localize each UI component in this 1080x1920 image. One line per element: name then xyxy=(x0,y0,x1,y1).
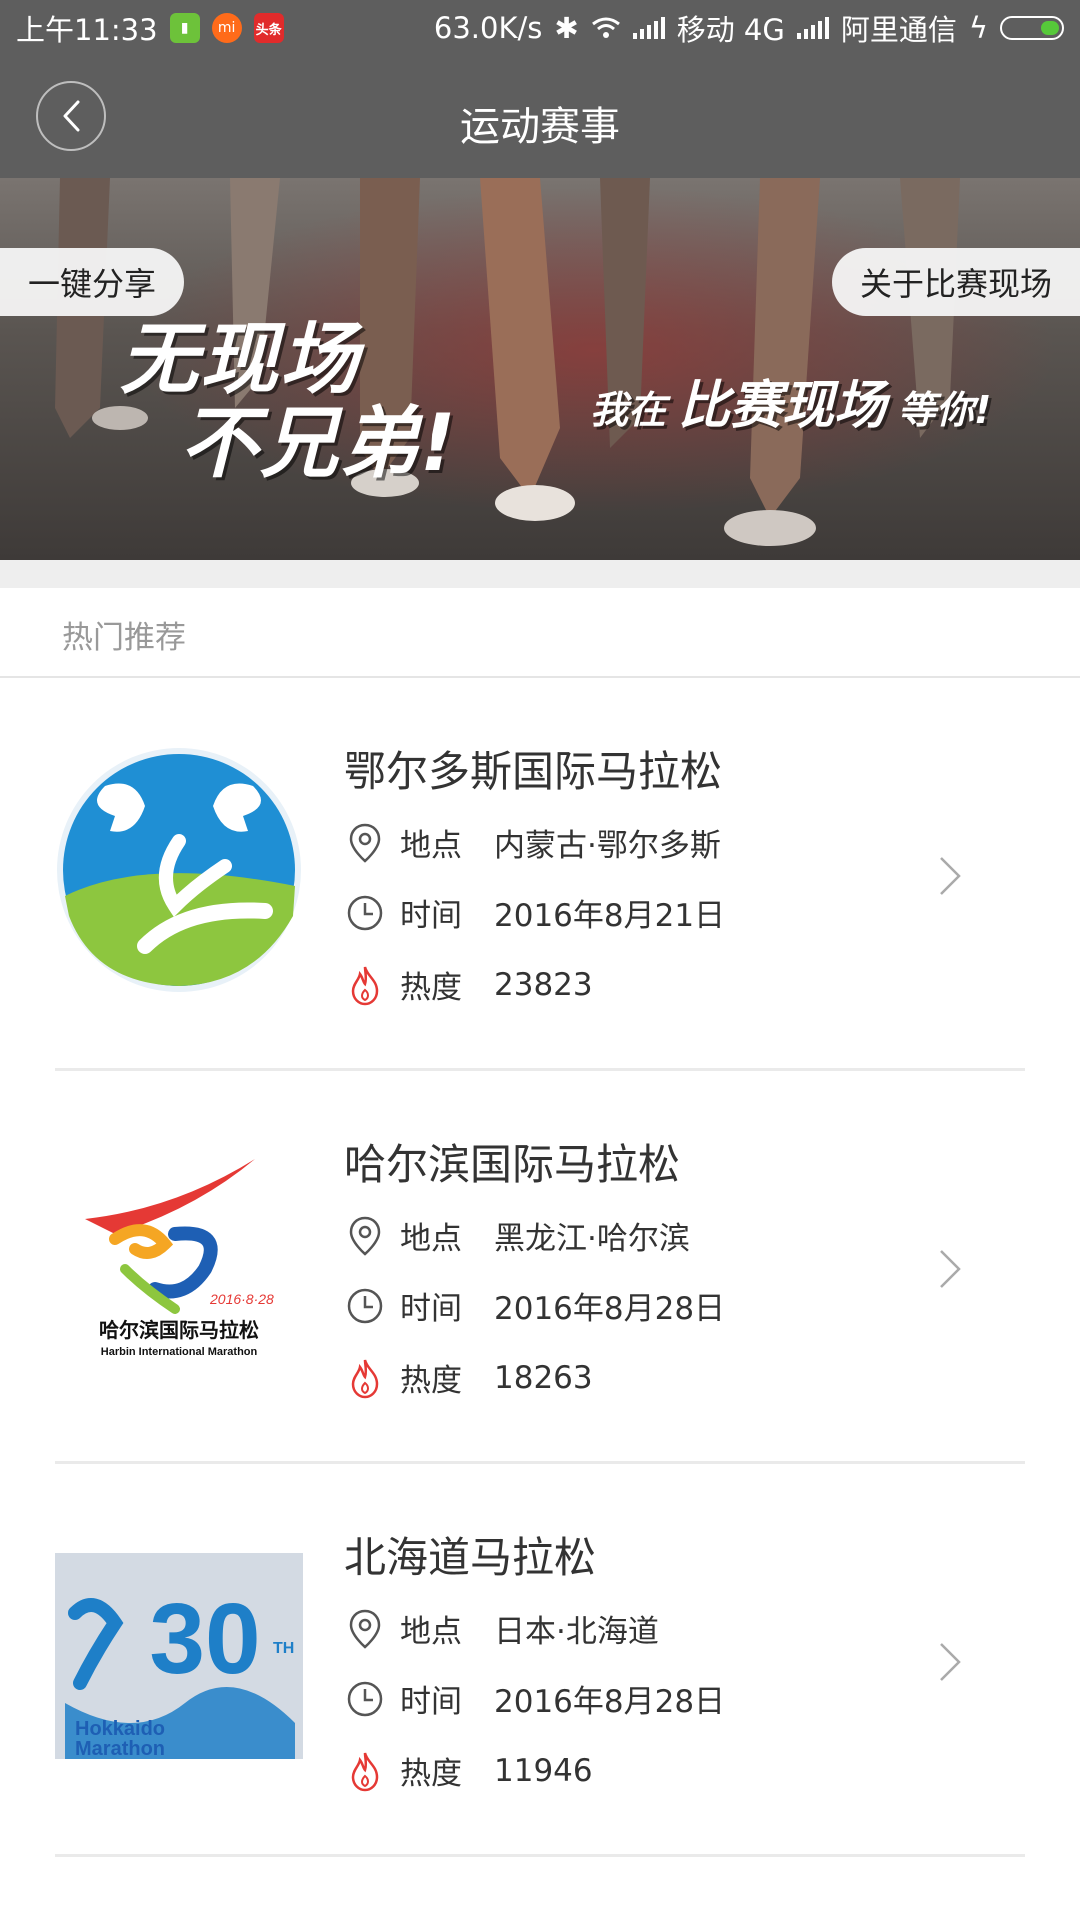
slogan-line-1: 无现场 xyxy=(120,315,361,405)
slogan-right-1: 我在 xyxy=(590,388,667,432)
section-title: 热门推荐 xyxy=(62,620,186,656)
hokkaido-logo-en1: Hokkaido xyxy=(75,1718,165,1740)
hokkaido-logo-en2: Marathon xyxy=(75,1738,165,1759)
status-bar: 上午11:33 ▮ mi 头条 63.0K/s ✱ 移动 4G 阿里通信 ϟ xyxy=(0,0,1080,56)
mi-app-icon: mi xyxy=(211,13,242,43)
ordos-marathon-logo xyxy=(55,746,303,994)
event-heat: 11946 xyxy=(494,1752,593,1789)
slogan-right-3: 等你! xyxy=(898,388,992,432)
flame-icon xyxy=(344,964,386,1006)
event-item-hokkaido[interactable]: 30 TH Hokkaido Marathon 北海道马拉松 地点 日本·北海道… xyxy=(0,1464,1080,1857)
event-location: 日本·北海道 xyxy=(494,1614,659,1650)
banner-slogan-left: 无现场 不兄弟! xyxy=(120,318,458,486)
location-label: 地点 xyxy=(400,1221,462,1257)
bluetooth-icon: ✱ xyxy=(554,11,579,45)
clock-icon xyxy=(344,1285,386,1327)
page-title: 运动赛事 xyxy=(460,104,620,150)
harbin-marathon-logo: 2016·8·28 哈尔滨国际马拉松 Harbin International … xyxy=(55,1139,303,1387)
event-heat-row: 热度 23823 xyxy=(344,962,593,1007)
hokkaido-logo-number: 30 xyxy=(149,1583,260,1695)
location-pin-icon xyxy=(344,1215,386,1257)
toutiao-app-icon: 头条 xyxy=(253,13,284,43)
event-location: 黑龙江·哈尔滨 xyxy=(494,1221,690,1257)
location-label: 地点 xyxy=(400,828,462,864)
event-name: 哈尔滨国际马拉松 xyxy=(344,1140,681,1189)
time-label: 时间 xyxy=(400,1291,462,1327)
event-location-row: 地点 黑龙江·哈尔滨 xyxy=(344,1213,690,1258)
location-label: 地点 xyxy=(400,1614,462,1650)
event-date: 2016年8月21日 xyxy=(494,898,726,934)
event-location: 内蒙古·鄂尔多斯 xyxy=(494,828,721,864)
slogan-right-2: 比赛现场 xyxy=(678,376,887,436)
banner-slogan-right: 我在 比赛现场 等你! xyxy=(590,363,991,438)
clock-icon xyxy=(344,892,386,934)
event-time-row: 时间 2016年8月21日 xyxy=(344,890,725,935)
time-label: 时间 xyxy=(400,1684,462,1720)
event-heat-row: 热度 11946 xyxy=(344,1748,593,1793)
battery-icon xyxy=(1000,16,1064,40)
harbin-logo-date: 2016·8·28 xyxy=(209,1291,274,1307)
carrier-2: 阿里通信 xyxy=(840,13,957,47)
heat-label: 热度 xyxy=(400,1363,462,1399)
charging-icon: ϟ xyxy=(968,11,988,45)
event-heat: 23823 xyxy=(494,966,593,1003)
time-label: 时间 xyxy=(400,898,462,934)
app-header: 运动赛事 xyxy=(0,56,1080,178)
heat-label: 热度 xyxy=(400,1756,462,1792)
wifi-icon xyxy=(591,17,620,38)
net-speed: 63.0K/s xyxy=(433,11,543,45)
slogan-line-2: 不兄弟! xyxy=(180,399,458,489)
event-name: 北海道马拉松 xyxy=(344,1533,597,1582)
event-time-row: 时间 2016年8月28日 xyxy=(344,1676,725,1721)
clock-icon xyxy=(344,1678,386,1720)
event-heat-row: 热度 18263 xyxy=(344,1355,593,1400)
event-list: 鄂尔多斯国际马拉松 地点 内蒙古·鄂尔多斯 时间 2016年8月21日 热度 2… xyxy=(0,678,1080,1857)
chevron-right-icon xyxy=(940,1250,961,1288)
location-pin-icon xyxy=(344,1608,386,1650)
status-time: 上午11:33 xyxy=(16,13,158,47)
flame-icon xyxy=(344,1750,386,1792)
event-item-harbin[interactable]: 2016·8·28 哈尔滨国际马拉松 Harbin International … xyxy=(0,1071,1080,1464)
signal-2-icon xyxy=(796,17,829,39)
event-location-row: 地点 内蒙古·鄂尔多斯 xyxy=(344,820,721,865)
section-gap xyxy=(0,560,1080,588)
location-pin-icon xyxy=(344,822,386,864)
harbin-logo-en: Harbin International Marathon xyxy=(101,1346,258,1358)
signal-icon xyxy=(632,17,665,39)
event-date: 2016年8月28日 xyxy=(494,1684,726,1720)
hokkaido-marathon-logo: 30 TH Hokkaido Marathon xyxy=(55,1532,303,1780)
event-date: 2016年8月28日 xyxy=(494,1291,726,1327)
divider xyxy=(55,1854,1025,1857)
event-heat: 18263 xyxy=(494,1359,593,1396)
heat-label: 热度 xyxy=(400,970,462,1006)
chevron-right-icon xyxy=(940,857,961,895)
event-item-ordos[interactable]: 鄂尔多斯国际马拉松 地点 内蒙古·鄂尔多斯 时间 2016年8月21日 热度 2… xyxy=(0,678,1080,1071)
flame-icon xyxy=(344,1357,386,1399)
carrier-1: 移动 4G xyxy=(676,13,785,47)
banner[interactable]: 无现场 不兄弟! 我在 比赛现场 等你! 一键分享 关于比赛现场 xyxy=(0,178,1080,560)
hokkaido-logo-sup: TH xyxy=(273,1640,294,1657)
share-button[interactable]: 一键分享 xyxy=(0,248,185,316)
about-venue-button[interactable]: 关于比赛现场 xyxy=(831,248,1080,316)
event-name: 鄂尔多斯国际马拉松 xyxy=(344,747,723,796)
event-time-row: 时间 2016年8月28日 xyxy=(344,1283,725,1328)
chevron-right-icon xyxy=(940,1643,961,1681)
harbin-logo-cn: 哈尔滨国际马拉松 xyxy=(99,1318,259,1342)
event-location-row: 地点 日本·北海道 xyxy=(344,1606,659,1651)
android-app-icon: ▮ xyxy=(169,13,200,43)
